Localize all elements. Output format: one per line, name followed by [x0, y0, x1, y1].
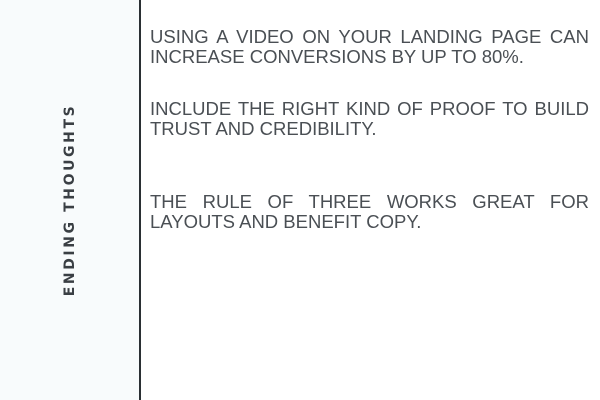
section-title: ENDING THOUGHTS [62, 103, 78, 297]
bullet-point-rule-of-three: THE RULE OF THREE WORKS GREAT FOR LAYOUT… [150, 191, 589, 232]
bullet-point-proof: INCLUDE THE RIGHT KIND OF PROOF TO BUILD… [150, 98, 589, 139]
slide: ENDING THOUGHTS USING A VIDEO ON YOUR LA… [0, 0, 600, 400]
sidebar-panel: ENDING THOUGHTS [0, 0, 139, 400]
bullet-point-video: USING A VIDEO ON YOUR LANDING PAGE CAN I… [150, 26, 589, 67]
vertical-divider [139, 0, 141, 400]
